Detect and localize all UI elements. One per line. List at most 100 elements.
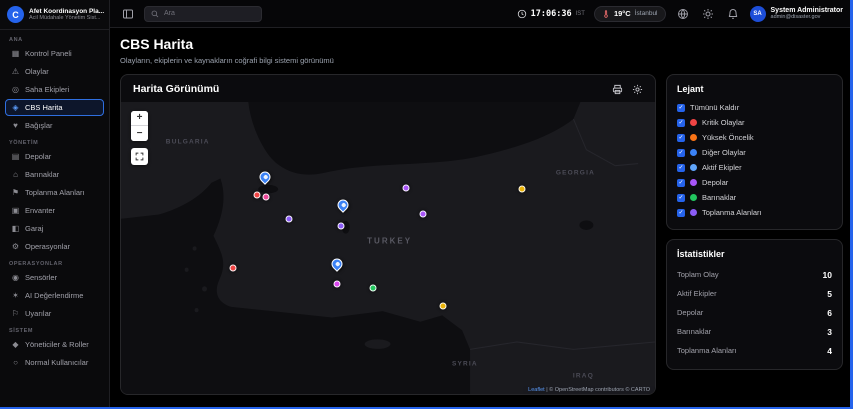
- sidebar: C Afet Koordinasyon Pla... Acil Müdahale…: [0, 0, 110, 409]
- fullscreen-button[interactable]: [131, 148, 148, 165]
- admins-icon: ◆: [11, 340, 20, 349]
- panel-left-icon: [122, 8, 134, 20]
- sidebar-item-olaylar[interactable]: ⚠Olaylar: [5, 63, 104, 80]
- sidebar-item-cbs-harita[interactable]: ◈CBS Harita: [5, 99, 104, 116]
- legend-color-dot: [690, 209, 697, 216]
- theme-toggle-button[interactable]: [700, 6, 716, 22]
- avatar: SA: [750, 6, 766, 22]
- sidebar-toggle-button[interactable]: [120, 6, 136, 22]
- temperature-value: 19°C: [614, 9, 631, 18]
- bell-icon: [727, 8, 739, 20]
- sidebar-item-label: Depolar: [25, 152, 51, 161]
- legend-item: ✓ Kritik Olaylar: [677, 115, 832, 130]
- sidebar-item-depolar[interactable]: ▤ Depolar: [5, 148, 104, 165]
- search-placeholder: Ara: [164, 10, 175, 17]
- legend-color-dot: [690, 179, 697, 186]
- map-marker-critical-incident[interactable]: [254, 192, 261, 199]
- legend-item: ✓Tümünü Kaldır: [677, 100, 832, 115]
- map-canvas[interactable]: BULGARIAGEORGIATURKEYSYRIAIRAQ + − Leafl…: [121, 102, 655, 394]
- legend-checkbox[interactable]: ✓: [677, 194, 685, 202]
- legend-item-label: Kritik Olaylar: [702, 118, 745, 127]
- stat-label: Barınaklar: [677, 327, 711, 336]
- legend-item: ✓ Toplanma Alanları: [677, 205, 832, 220]
- sidebar-item-label: Uyarılar: [25, 309, 51, 318]
- map-marker-critical-incident[interactable]: [230, 264, 237, 271]
- map-settings-button[interactable]: [632, 84, 643, 95]
- weather-badge: 19°C İstanbul: [594, 6, 666, 22]
- legend-color-dot: [690, 134, 697, 141]
- map-marker-warehouse[interactable]: [403, 185, 410, 192]
- sidebar-item-normal-kullanicilar[interactable]: ○Normal Kullanıcılar: [5, 354, 104, 371]
- operations-icon: ⚙: [11, 242, 20, 251]
- ai-icon: ✶: [11, 291, 20, 300]
- legend-color-dot: [690, 194, 697, 201]
- print-map-button[interactable]: [612, 84, 623, 95]
- legend-title: Lejant: [677, 84, 832, 94]
- sidebar-item-envanter[interactable]: ▣Envanter: [5, 202, 104, 219]
- sidebar-item-saha-ekipleri[interactable]: ◎Saha Ekipleri: [5, 81, 104, 98]
- search-input[interactable]: Ara: [144, 6, 262, 22]
- sidebar-item-barinaklar[interactable]: ⌂Barınaklar: [5, 166, 104, 183]
- map-marker-assembly-area[interactable]: [286, 215, 293, 222]
- sidebar-item-label: Toplanma Alanları: [25, 188, 85, 197]
- map-marker-warehouse[interactable]: [333, 280, 340, 287]
- notifications-button[interactable]: [725, 6, 741, 22]
- sidebar-section-label: YÖNETİM: [9, 140, 100, 146]
- dashboard-icon: ▦: [11, 49, 20, 58]
- weather-city: İstanbul: [635, 10, 658, 17]
- legend-checkbox[interactable]: ✓: [677, 179, 685, 187]
- map-marker-assembly-area[interactable]: [338, 223, 345, 230]
- user-menu[interactable]: SA System Administrator admin@disaster.g…: [750, 6, 843, 22]
- legend-checkbox[interactable]: ✓: [677, 119, 685, 127]
- clock-icon: [517, 9, 527, 19]
- sidebar-item-uyarilar[interactable]: ⚐Uyarılar: [5, 305, 104, 322]
- sidebar-item-label: Barınaklar: [25, 170, 59, 179]
- sidebar-item-toplanma-alanlari[interactable]: ⚑ Toplanma Alanları: [5, 184, 104, 201]
- sidebar-item-ai-degerlendirme[interactable]: ✶AI Değerlendirme: [5, 287, 104, 304]
- sidebar-item-kontrol-paneli[interactable]: ▦Kontrol Paneli: [5, 45, 104, 62]
- sidebar-item-sensorler[interactable]: ◉Sensörler: [5, 269, 104, 286]
- assembly-icon: ⚑: [11, 188, 20, 197]
- page-title: CBS Harita: [120, 36, 843, 52]
- map-marker-high-priority-incident[interactable]: [440, 302, 447, 309]
- map-marker-incident[interactable]: [263, 194, 270, 201]
- leaflet-link[interactable]: Leaflet: [528, 387, 545, 393]
- content-row: Harita Görünümü: [120, 74, 843, 409]
- sidebar-item-yoneticiler-roller[interactable]: ◆ Yöneticiler & Roller: [5, 336, 104, 353]
- warehouse-icon: ▤: [11, 152, 20, 161]
- app-title: Afet Koordinasyon Pla...: [29, 8, 104, 15]
- garage-icon: ◧: [11, 224, 20, 233]
- main-area: Ara 17:06:36 IST 19°C İstanbul: [110, 0, 853, 409]
- stat-row: Toplam Olay10: [677, 265, 832, 284]
- map-marker-shelter[interactable]: [369, 284, 376, 291]
- language-button[interactable]: [675, 6, 691, 22]
- zoom-in-button[interactable]: +: [131, 111, 148, 126]
- legend-item-label: Yüksek Öncelik: [702, 133, 754, 142]
- map-marker-warehouse[interactable]: [420, 211, 427, 218]
- map-panel: Harita Görünümü: [120, 74, 656, 395]
- sidebar-item-operasyonlar[interactable]: ⚙Operasyonlar: [5, 238, 104, 255]
- legend-checkbox[interactable]: ✓: [677, 209, 685, 217]
- sidebar-item-bagislar[interactable]: ♥Bağışlar: [5, 117, 104, 134]
- users-icon: ○: [11, 358, 20, 367]
- zoom-out-button[interactable]: −: [131, 126, 148, 141]
- stat-label: Depolar: [677, 308, 703, 317]
- map-icon: ◈: [11, 103, 20, 112]
- map-country-label: IRAQ: [573, 372, 594, 379]
- stats-panel: İstatistikler Toplam Olay10Aktif Ekipler…: [666, 239, 843, 370]
- app-header: C Afet Koordinasyon Pla... Acil Müdahale…: [0, 0, 109, 30]
- sidebar-item-garaj[interactable]: ◧ Garaj: [5, 220, 104, 237]
- legend-item: ✓ Diğer Olaylar: [677, 145, 832, 160]
- legend-item-label: Aktif Ekipler: [702, 163, 742, 172]
- legend-item-label: Diğer Olaylar: [702, 148, 746, 157]
- sidebar-item-label: Garaj: [25, 224, 43, 233]
- sidebar-item-label: Yöneticiler & Roller: [25, 340, 89, 349]
- legend-checkbox[interactable]: ✓: [677, 164, 685, 172]
- legend-checkbox[interactable]: ✓: [677, 104, 685, 112]
- legend-checkbox[interactable]: ✓: [677, 134, 685, 142]
- map-marker-high-priority-incident[interactable]: [518, 186, 525, 193]
- legend-color-dot: [690, 119, 697, 126]
- legend-color-dot: [690, 164, 697, 171]
- legend-checkbox[interactable]: ✓: [677, 149, 685, 157]
- legend-item-label: Toplanma Alanları: [702, 208, 762, 217]
